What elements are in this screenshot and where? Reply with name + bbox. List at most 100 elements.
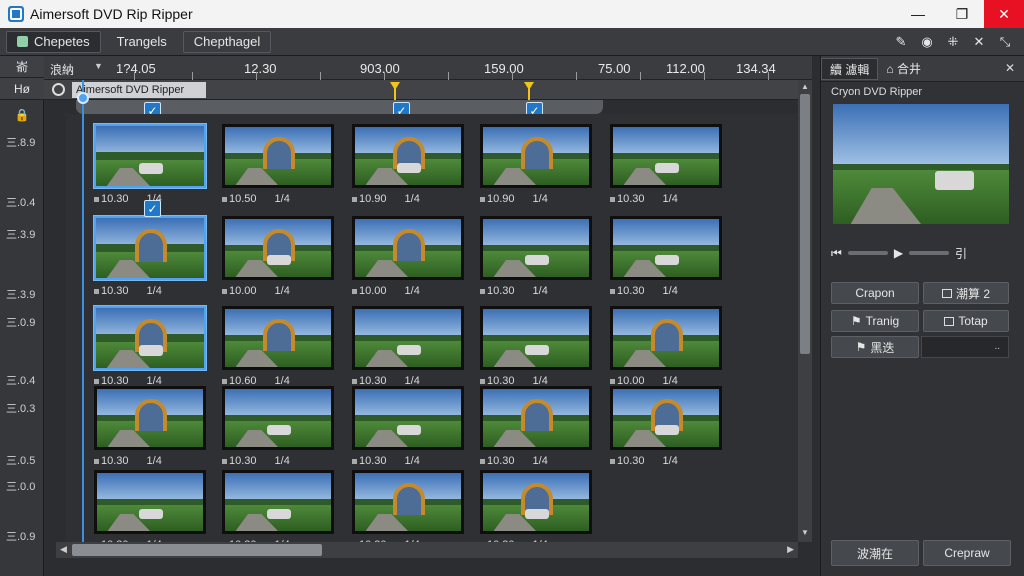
maximize-icon[interactable]: ❐ <box>940 0 984 28</box>
chapter-thumbnail[interactable]: 10.301/4 <box>352 386 464 467</box>
thumbnail-vehicle <box>139 508 163 520</box>
crop-button[interactable]: Crapon <box>831 282 919 304</box>
tab-edit[interactable]: 續 濾輯 <box>821 57 879 80</box>
chapter-thumbnail[interactable]: 10.00 1/4 <box>222 216 334 297</box>
grid-toggle-icon[interactable]: ⁜ <box>942 32 964 52</box>
close-icon[interactable]: ✕ <box>984 0 1024 28</box>
thumbnail-caption: 10.30 1/4 <box>94 455 206 467</box>
chapter-thumbnail[interactable]: 10.00 1/4 <box>610 306 722 387</box>
main-toolbar: Chepetes Trangels Chepthagel ✎ ◉ ⁜ ✕ ⤡ <box>0 28 1024 56</box>
scroll-thumb[interactable] <box>800 94 810 354</box>
chapter-thumbnail[interactable]: 10.301/4 <box>93 123 207 205</box>
horizontal-scrollbar[interactable]: ◀ ▶ <box>56 542 798 558</box>
chapter-thumbnail[interactable]: 10.301/4 <box>480 386 592 467</box>
close-panel-icon[interactable]: ✕ <box>968 32 990 52</box>
track-toggle-icon[interactable] <box>52 83 65 96</box>
chapter-marker[interactable] <box>390 80 400 100</box>
video-track[interactable]: Aimersoft DVD Ripper <box>44 80 812 100</box>
effect-button[interactable]: 潮算 2 <box>923 282 1009 304</box>
thumbnail-arch <box>135 399 167 432</box>
playhead-handle[interactable] <box>77 92 89 104</box>
chapter-thumbnail[interactable]: 10.301/4 <box>94 386 206 467</box>
tab-chapters[interactable]: Chepetes <box>6 30 101 53</box>
crop-label: Crapon <box>855 286 895 300</box>
chapter-thumbnail[interactable]: 10.90 1/4 <box>352 124 464 205</box>
close-icon[interactable]: ✕ <box>1005 61 1015 75</box>
minimize-icon[interactable]: — <box>896 0 940 28</box>
chapter-marker[interactable] <box>524 80 534 100</box>
progress-track[interactable] <box>909 251 950 255</box>
play-icon[interactable]: ▶ <box>894 246 903 260</box>
chapter-checkbox[interactable]: ✓ <box>144 200 161 217</box>
scroll-down-icon[interactable]: ▼ <box>798 528 812 540</box>
scroll-up-icon[interactable]: ▲ <box>798 82 812 94</box>
trim-button[interactable]: ⚑ Tranig <box>831 310 919 332</box>
footer-right-button[interactable]: Crepraw <box>923 540 1011 566</box>
chapter-thumbnail[interactable]: 10.301/4 <box>93 215 207 297</box>
totap-button[interactable]: Totap <box>923 310 1009 332</box>
thumbnail-trees <box>355 414 461 422</box>
scroll-thumb[interactable] <box>72 544 322 556</box>
tick-line <box>512 72 513 80</box>
thumbnail-arch <box>134 228 168 262</box>
volume-track[interactable] <box>847 251 888 255</box>
chevron-down-icon[interactable]: ▼ <box>94 61 103 71</box>
chapter-thumbnail[interactable]: 10.301/4 <box>610 124 722 205</box>
caption-marker-icon <box>352 196 357 202</box>
chapter-thumbnail[interactable]: 10.301/4 <box>480 470 592 551</box>
window-controls: — ❐ ✕ <box>896 0 1024 28</box>
skip-back-icon[interactable]: ⏮ <box>831 246 842 261</box>
thumbnail-time: 10.30 <box>101 285 129 297</box>
chapter-thumbnail[interactable]: 10.301/4 <box>94 470 206 551</box>
chapter-thumbnail[interactable]: 10.60 1/4 <box>222 306 334 387</box>
chapter-thumbnail[interactable]: 10.301/4 <box>352 470 464 551</box>
chapter-thumbnail[interactable]: 10.301/4 <box>610 216 722 297</box>
preview-video <box>833 104 1009 224</box>
value-field[interactable]: .. <box>921 336 1009 358</box>
window-title: Aimersoft DVD Rip Ripper <box>30 6 193 22</box>
lock-icon[interactable]: 🔒 <box>0 104 44 126</box>
tick-label: 134.34 <box>736 61 776 76</box>
pin-icon[interactable]: ✎ <box>890 32 912 52</box>
chapter-thumbnail[interactable]: 10.301/4 <box>93 305 207 387</box>
chapter-thumbnail[interactable]: 10.301/4 <box>610 386 722 467</box>
thumbnail-trees <box>96 152 204 160</box>
edit-button[interactable]: ⚑ 黑迭 <box>831 336 919 358</box>
caption-marker-icon <box>352 378 357 384</box>
thumbnail-caption: 10.00 1/4 <box>352 285 464 297</box>
timeline-ruler[interactable]: 浪納 ▼ 1?4.05 12.30 903.00 159.00 75.00 11… <box>44 56 812 80</box>
thumbnail-arch <box>263 319 295 352</box>
tab-triangles[interactable]: Trangels <box>107 31 177 53</box>
chapter-thumbnail[interactable]: 10.50 1/4 <box>222 124 334 205</box>
thumbnail-time: 10.50 <box>229 193 257 205</box>
expand-icon[interactable]: ⤡ <box>994 32 1016 52</box>
edit-icon: ⚑ <box>855 340 867 354</box>
effect-icon <box>941 288 952 298</box>
player-controls: ⏮ ▶ 引 <box>831 242 1017 264</box>
footer-left-button[interactable]: 波潮在 <box>831 540 919 566</box>
chapter-thumbnail[interactable]: 10.301/4 <box>222 386 334 467</box>
thumbnail-frame <box>222 306 334 370</box>
chapter-thumbnail[interactable]: 10.00 1/4 <box>352 216 464 297</box>
thumbnail-trees <box>483 244 589 252</box>
tab-label: Trangels <box>116 34 167 49</box>
chapter-thumbnail[interactable]: 10.301/4 <box>480 216 592 297</box>
chapter-thumbnail[interactable]: 10.301/4 <box>222 470 334 551</box>
chapter-thumbnail[interactable]: 10.301/4 <box>480 306 592 387</box>
chapter-thumbnail[interactable]: 10.90 1/4 <box>480 124 592 205</box>
row-label: 三.0.4 <box>6 375 36 387</box>
scroll-right-icon[interactable]: ▶ <box>787 544 794 555</box>
tab-merge[interactable]: ⌂ 合井 <box>878 60 929 77</box>
scroll-left-icon[interactable]: ◀ <box>60 544 67 555</box>
chapter-thumbnail[interactable]: 10.301/4 <box>352 306 464 387</box>
caption-marker-icon <box>222 196 227 202</box>
row-label: 三.0.5 <box>6 455 36 467</box>
caption-marker-icon <box>480 196 485 202</box>
thumbnail-time: 10.00 <box>229 285 257 297</box>
thumbnail-time: 10.30 <box>101 455 129 467</box>
thumbnail-vehicle <box>267 254 291 266</box>
tab-chapterangel[interactable]: Chepthagel <box>182 30 272 53</box>
vertical-scrollbar[interactable]: ▲ ▼ <box>798 80 812 542</box>
track-header-2: Hø <box>0 78 44 100</box>
record-icon[interactable]: ◉ <box>916 32 938 52</box>
